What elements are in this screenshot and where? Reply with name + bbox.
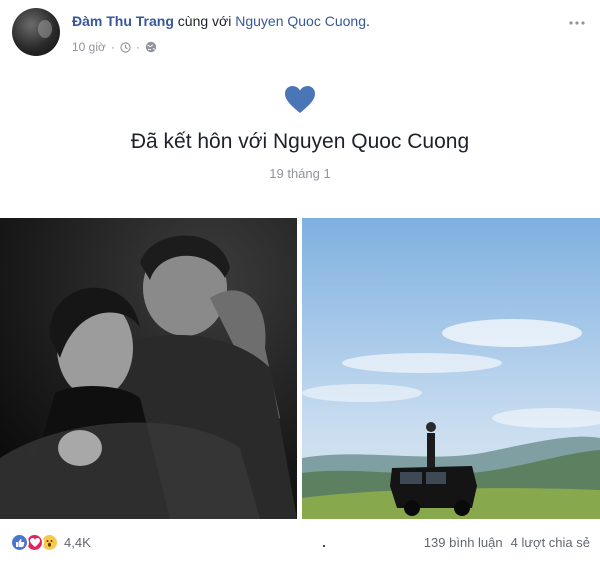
meta-separator: · (135, 40, 140, 54)
tagged-name[interactable]: Nguyen Quoc Cuong (235, 13, 366, 29)
header-dot: . (366, 13, 370, 29)
meta-separator: · (110, 40, 115, 54)
more-horizontal-icon[interactable] (566, 8, 588, 30)
heart-icon (285, 86, 315, 114)
like-reaction-icon (10, 533, 29, 552)
reactions-summary[interactable]: 4,4K (10, 533, 91, 552)
life-event-title: Đã kết hôn với Nguyen Quoc Cuong (130, 130, 470, 153)
mouse-cursor-mark (323, 545, 325, 547)
post-header-line: Đàm Thu Trang cùng với Nguyen Quoc Cuong… (72, 13, 370, 29)
clock-icon (120, 41, 131, 53)
photo-grid (0, 218, 600, 519)
post-time[interactable]: 10 giờ (72, 40, 106, 54)
reaction-count: 4,4K (64, 535, 91, 550)
photo-mountain-car[interactable] (302, 218, 600, 519)
footer-stats: 139 bình luận 4 lượt chia sẻ (424, 535, 590, 550)
photo-couple-portrait[interactable] (0, 218, 297, 519)
post-header: Đàm Thu Trang cùng với Nguyen Quoc Cuong… (0, 0, 600, 70)
author-name[interactable]: Đàm Thu Trang (72, 13, 174, 29)
comments-count-link[interactable]: 139 bình luận (424, 535, 503, 550)
shares-count-link[interactable]: 4 lượt chia sẻ (511, 535, 590, 550)
post-footer: 4,4K 139 bình luận 4 lượt chia sẻ (0, 527, 600, 563)
life-event: Đã kết hôn với Nguyen Quoc Cuong 19 thán… (0, 86, 600, 181)
post-meta: 10 giờ · · (72, 40, 157, 54)
with-text: cùng với (177, 13, 232, 29)
avatar[interactable] (12, 8, 60, 56)
life-event-date: 19 tháng 1 (269, 166, 331, 181)
globe-icon[interactable] (145, 41, 157, 53)
